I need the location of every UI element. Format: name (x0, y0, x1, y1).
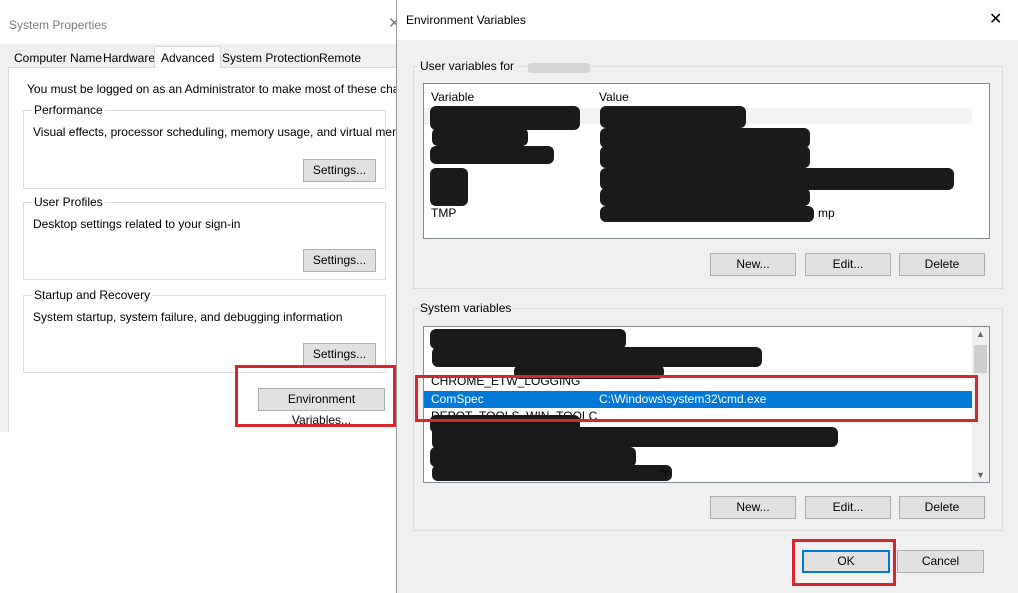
user-variables-group: User variables for Variable Value TMP mp… (413, 59, 1003, 289)
cancel-button[interactable]: Cancel (897, 550, 984, 573)
user-var-value: mp (818, 206, 835, 220)
performance-description: Visual effects, processor scheduling, me… (33, 125, 419, 139)
system-variables-label: System variables (418, 301, 514, 315)
system-properties-titlebar: System Properties ✕ (0, 0, 401, 44)
redaction-mark (432, 427, 622, 449)
redaction-mark (600, 106, 746, 128)
performance-group: Performance Visual effects, processor sc… (23, 103, 419, 189)
system-vars-new-button[interactable]: New... (710, 496, 796, 519)
tab-remote[interactable]: Remote (319, 51, 361, 65)
ok-button-highlight (792, 539, 896, 586)
user-vars-delete-button[interactable]: Delete (899, 253, 985, 276)
startup-recovery-description: System startup, system failure, and debu… (33, 310, 343, 324)
user-vars-column-variable[interactable]: Variable (431, 90, 474, 104)
performance-label: Performance (32, 103, 105, 117)
redaction-mark (600, 427, 838, 447)
env-vars-button-highlight (235, 365, 396, 427)
scroll-thumb[interactable] (974, 345, 987, 373)
user-profiles-label: User Profiles (32, 195, 105, 209)
tab-system-protection[interactable]: System Protection (222, 51, 319, 65)
startup-recovery-settings-button[interactable]: Settings... (303, 343, 376, 366)
user-variables-list[interactable]: Variable Value TMP mp (423, 83, 990, 239)
system-vars-edit-button[interactable]: Edit... (805, 496, 891, 519)
admin-notice: You must be logged on as an Administrato… (27, 82, 429, 96)
user-profiles-settings-button[interactable]: Settings... (303, 249, 376, 272)
tab-computer-name[interactable]: Computer Name (14, 51, 102, 65)
system-vars-delete-button[interactable]: Delete (899, 496, 985, 519)
redaction-mark (432, 465, 672, 481)
redaction-mark (600, 168, 954, 190)
env-dialog-titlebar: Environment Variables ✕ (397, 0, 1018, 40)
user-profiles-description: Desktop settings related to your sign-in (33, 217, 241, 231)
redaction-mark (600, 146, 810, 168)
trailing-text-fragment: T (662, 468, 670, 482)
redaction-mark (430, 146, 554, 164)
redaction-mark (430, 447, 636, 467)
startup-recovery-label: Startup and Recovery (32, 288, 153, 302)
redaction-mark (600, 128, 810, 148)
user-variables-label: User variables for (418, 59, 517, 73)
redaction-mark (600, 206, 814, 222)
env-dialog-close-icon[interactable]: ✕ (989, 9, 1002, 29)
redaction-mark (432, 128, 528, 146)
system-properties-title: System Properties (9, 18, 108, 32)
system-properties-tabs: Computer Name Hardware Advanced System P… (8, 46, 396, 69)
user-vars-new-button[interactable]: New... (710, 253, 796, 276)
tab-hardware[interactable]: Hardware (103, 51, 155, 65)
environment-variables-dialog: Environment Variables ✕ User variables f… (396, 0, 1018, 593)
redaction-mark (430, 329, 626, 349)
user-var-name: TMP (431, 206, 457, 220)
comspec-row-highlight (415, 375, 978, 422)
performance-settings-button[interactable]: Settings... (303, 159, 376, 182)
startup-recovery-group: Startup and Recovery System startup, sys… (23, 288, 386, 373)
scroll-up-icon[interactable]: ▲ (972, 329, 989, 339)
user-profiles-group: User Profiles Desktop settings related t… (23, 195, 386, 280)
redaction-mark (600, 188, 810, 206)
user-vars-edit-button[interactable]: Edit... (805, 253, 891, 276)
redaction-mark (432, 347, 762, 367)
redaction-mark (430, 106, 580, 130)
env-dialog-title: Environment Variables (406, 13, 526, 27)
tab-advanced[interactable]: Advanced (154, 46, 222, 69)
user-vars-column-value[interactable]: Value (599, 90, 629, 104)
redaction-mark (430, 168, 468, 206)
redacted-username (528, 63, 590, 73)
scroll-down-icon[interactable]: ▼ (972, 470, 989, 480)
